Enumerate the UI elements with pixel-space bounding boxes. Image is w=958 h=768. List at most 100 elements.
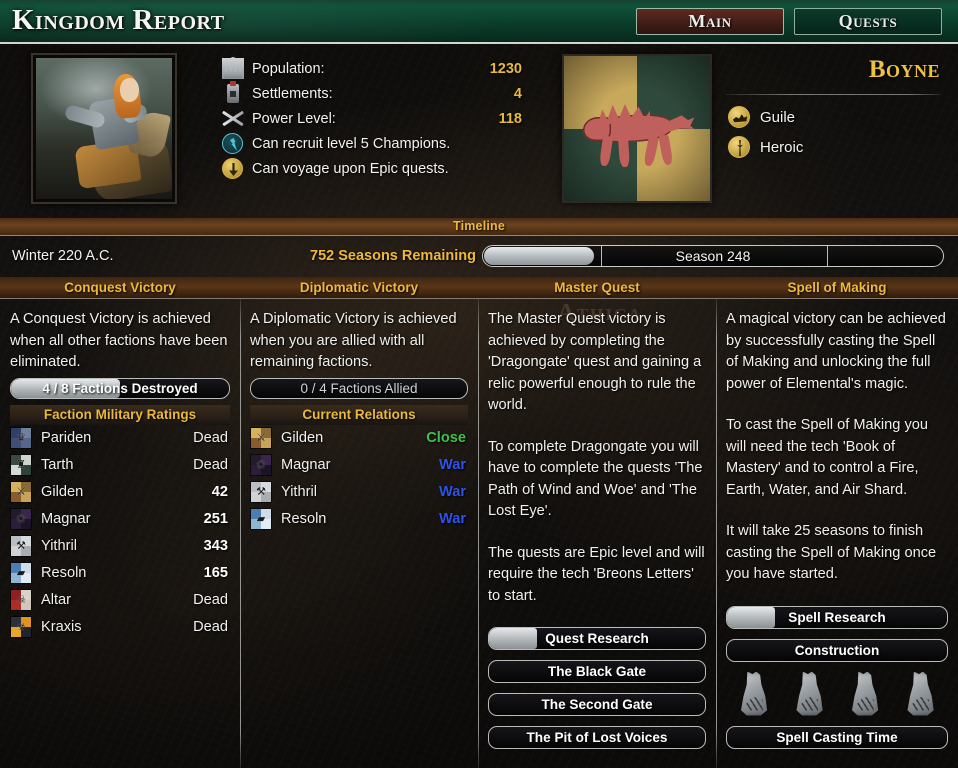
action-button[interactable]: Spell Research bbox=[726, 605, 948, 629]
air-shard-icon[interactable] bbox=[904, 671, 936, 716]
leader-portrait[interactable] bbox=[31, 53, 177, 204]
diplomatic-description: A Diplomatic Victory is achieved when yo… bbox=[250, 311, 457, 370]
column-conquest-victory: A Conquest Victory is achieved when all … bbox=[0, 299, 240, 768]
champion-icon bbox=[222, 133, 244, 154]
faction-name-cell: Gilden bbox=[281, 430, 324, 446]
button-label: The Second Gate bbox=[541, 697, 653, 712]
table-row[interactable]: ❀ Magnar War bbox=[250, 452, 468, 479]
trait-guile[interactable]: Guile bbox=[728, 102, 803, 132]
earth-shard-icon[interactable] bbox=[793, 671, 825, 716]
faction-name-cell: Yithril bbox=[281, 484, 317, 500]
column-header-master-quest: Master Quest bbox=[554, 280, 640, 295]
faction-value-cell: War bbox=[438, 511, 466, 527]
faction-name-cell: Altar bbox=[41, 592, 72, 608]
swords-icon bbox=[222, 108, 244, 129]
timeline-progress-bar[interactable]: Season 248 bbox=[482, 245, 944, 267]
faction-name-cell: Gilden bbox=[41, 484, 84, 500]
faction-emblem-icon: ❀ bbox=[250, 454, 272, 476]
action-button[interactable]: The Black Gate bbox=[488, 660, 706, 683]
action-button[interactable]: Construction bbox=[726, 638, 948, 662]
faction-name-cell: Tarth bbox=[41, 457, 74, 473]
table-row[interactable]: ⚔ Gilden Close bbox=[250, 425, 468, 452]
faction-value-cell: Close bbox=[426, 430, 466, 446]
spell-casting-time-button[interactable]: Spell Casting Time bbox=[726, 725, 948, 749]
table-row[interactable]: ♜ Tarth Dead bbox=[10, 452, 230, 479]
faction-value-cell: Dead bbox=[193, 430, 228, 446]
faction-name-cell: Kraxis bbox=[41, 619, 82, 635]
button-label: Construction bbox=[794, 642, 880, 658]
trait-list: Guile Heroic bbox=[728, 102, 803, 162]
table-row[interactable]: ☣ Kraxis Dead bbox=[10, 614, 230, 641]
current-date: Winter 220 A.C. bbox=[12, 248, 114, 264]
paragraph: The Master Quest victory is achieved by … bbox=[488, 311, 702, 413]
diplomatic-progress[interactable]: 0 / 4 Factions Allied bbox=[250, 377, 468, 399]
stat-power-level: Power Level: 118 bbox=[222, 106, 522, 131]
action-button[interactable]: Quest Research bbox=[488, 627, 706, 650]
fire-shard-icon[interactable] bbox=[738, 671, 770, 716]
faction-emblem-icon: ☣ bbox=[10, 616, 32, 638]
trait-heroic[interactable]: Heroic bbox=[728, 132, 803, 162]
faction-name-cell: Magnar bbox=[41, 511, 91, 527]
faction-value-cell: Dead bbox=[193, 592, 228, 608]
stat-population: Population: 1230 bbox=[222, 56, 522, 81]
table-row[interactable]: ⚒ Yithril 343 bbox=[10, 533, 230, 560]
table-row[interactable]: ⚔ Gilden 42 bbox=[10, 479, 230, 506]
head-shape bbox=[120, 77, 140, 102]
title-bar: Kingdom Report Main Quests bbox=[0, 0, 958, 44]
quest-icon bbox=[222, 158, 244, 179]
faction-value-cell: 42 bbox=[211, 484, 228, 500]
timeline-label: Timeline bbox=[452, 219, 506, 233]
master-quest-description: The Master Quest victory is achieved by … bbox=[488, 309, 706, 607]
faction-value-cell: Dead bbox=[193, 619, 228, 635]
faction-emblem-icon: ⚔ bbox=[10, 481, 32, 503]
stat-list: Population: 1230 Settlements: 4 Power Le… bbox=[222, 56, 522, 181]
faction-banner[interactable] bbox=[562, 54, 712, 203]
button-label: Spell Casting Time bbox=[776, 729, 898, 745]
paragraph: To cast the Spell of Making you will nee… bbox=[726, 417, 928, 498]
note-text: Can voyage upon Epic quests. bbox=[252, 160, 449, 177]
timeline-band: Timeline bbox=[0, 218, 958, 236]
wolf-emblem-icon bbox=[582, 100, 695, 168]
faction-name-cell: Resoln bbox=[41, 565, 87, 581]
water-shard-icon[interactable] bbox=[849, 671, 881, 716]
faction-name-cell: Resoln bbox=[281, 511, 327, 527]
settlement-icon bbox=[222, 81, 244, 104]
note-text: Can recruit level 5 Champions. bbox=[252, 135, 451, 152]
table-row[interactable]: ⚒ Yithril War bbox=[250, 479, 468, 506]
table-row[interactable]: ☠ Altar Dead bbox=[10, 587, 230, 614]
column-spell-of-making: A magical victory can be achieved by suc… bbox=[716, 299, 958, 768]
current-relations-title: Current Relations bbox=[250, 404, 468, 425]
table-row[interactable]: ♛ Pariden Dead bbox=[10, 425, 230, 452]
paragraph: It will take 25 seasons to finish castin… bbox=[726, 523, 937, 582]
overview-panel: Population: 1230 Settlements: 4 Power Le… bbox=[0, 46, 958, 218]
tab-main[interactable]: Main bbox=[636, 8, 784, 35]
table-row[interactable]: ▰ Resoln 165 bbox=[10, 560, 230, 587]
stat-label: Population: bbox=[252, 60, 325, 77]
column-master-quest: The Master Quest victory is achieved by … bbox=[478, 299, 716, 768]
season-label: Season 248 bbox=[675, 248, 751, 264]
guile-icon bbox=[728, 106, 750, 128]
stat-value: 1230 bbox=[489, 60, 522, 77]
column-header-diplomatic: Diplomatic Victory bbox=[299, 280, 419, 295]
action-button[interactable]: The Second Gate bbox=[488, 693, 706, 716]
trait-label: Heroic bbox=[760, 138, 804, 156]
faction-emblem-icon: ☠ bbox=[10, 589, 32, 611]
heroic-icon bbox=[728, 136, 750, 158]
paragraph: A magical victory can be achieved by suc… bbox=[726, 311, 946, 392]
faction-name-cell: Yithril bbox=[41, 538, 77, 554]
action-button[interactable]: The Pit of Lost Voices bbox=[488, 726, 706, 749]
spell-button-list: Spell Research Construction bbox=[726, 605, 948, 662]
faction-value-cell: 165 bbox=[203, 565, 228, 581]
table-row[interactable]: ▰ Resoln War bbox=[250, 506, 468, 533]
tab-quests[interactable]: Quests bbox=[794, 8, 942, 35]
progress-label: 0 / 4 Factions Allied bbox=[300, 380, 418, 396]
column-header-conquest: Conquest Victory bbox=[64, 280, 176, 295]
stat-label: Settlements: bbox=[252, 85, 333, 102]
trait-divider bbox=[726, 94, 940, 95]
faction-value-cell: 251 bbox=[203, 511, 228, 527]
conquest-progress[interactable]: 4 / 8 Factions Destroyed bbox=[10, 377, 230, 399]
stat-label: Power Level: bbox=[252, 110, 336, 127]
progress-label: 4 / 8 Factions Destroyed bbox=[42, 380, 198, 396]
table-row[interactable]: ❀ Magnar 251 bbox=[10, 506, 230, 533]
faction-emblem-icon: ▰ bbox=[250, 508, 272, 530]
